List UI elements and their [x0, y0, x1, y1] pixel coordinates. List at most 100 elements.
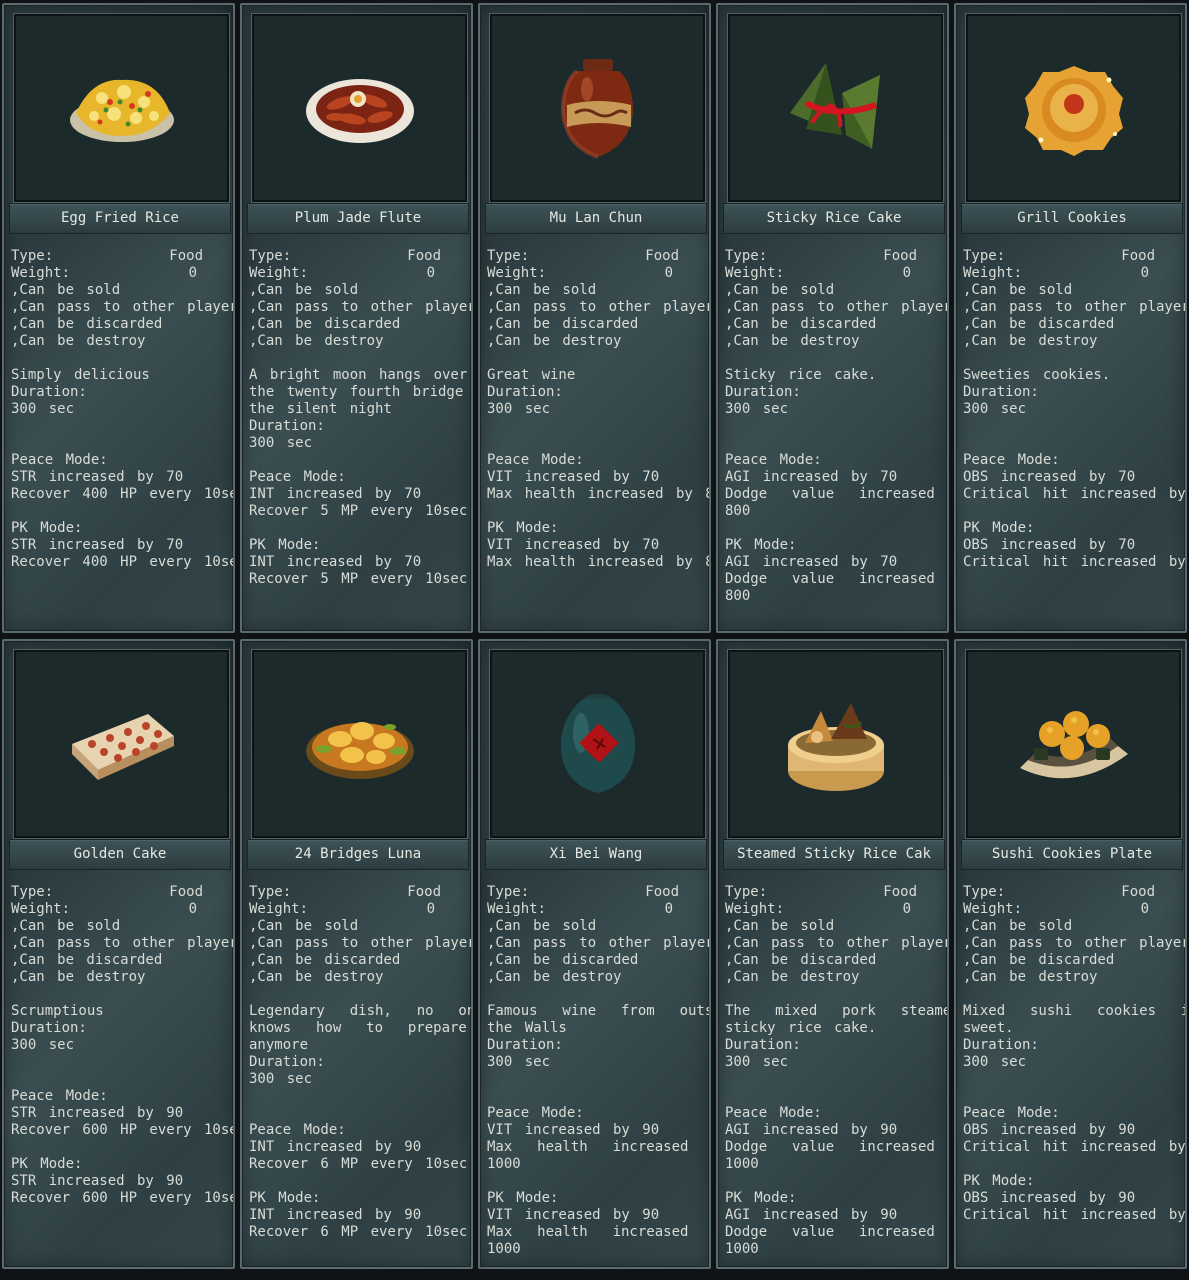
- item-icon-frame: [490, 14, 705, 202]
- duration-label: Duration:: [487, 384, 563, 400]
- pk-mode-effect: Dodge value increased by: [725, 571, 935, 587]
- weight-row: Weight: 0: [725, 901, 917, 918]
- duration-value: 300 sec: [249, 1071, 313, 1087]
- can-destroy: ,Can be destroy: [487, 333, 622, 349]
- duration-label: Duration:: [11, 384, 87, 400]
- item-name: Grill Cookies: [961, 203, 1183, 234]
- can-discard: ,Can be discarded: [725, 316, 877, 332]
- item-description: the Walls: [487, 1020, 567, 1036]
- can-discard: ,Can be discarded: [725, 952, 877, 968]
- peace-mode-label: Peace Mode:: [11, 1088, 108, 1104]
- item-name: 24 Bridges Luna: [247, 839, 469, 870]
- can-destroy: ,Can be destroy: [963, 969, 1098, 985]
- peace-mode-effect: Max health increased by 800: [487, 486, 711, 502]
- type-value: Food: [1121, 248, 1155, 264]
- pk-mode-label: PK Mode:: [249, 537, 321, 553]
- type-value: Food: [883, 884, 917, 900]
- item-description: sweet.: [963, 1020, 1014, 1036]
- item-card[interactable]: Xi Bei Wang Type: Food Weight: 0 ,Can be sold…: [478, 639, 711, 1269]
- item-card[interactable]: Mu Lan Chun Type: Food Weight: 0 ,Can be sold…: [478, 3, 711, 633]
- item-name: Xi Bei Wang: [485, 839, 707, 870]
- weight-value: 0: [1140, 901, 1149, 917]
- item-card[interactable]: Steamed Sticky Rice Cak Type: Food Weight: 0…: [716, 639, 949, 1269]
- item-card[interactable]: Grill Cookies Type: Food Weight: 0 ,Can be so…: [954, 3, 1187, 633]
- pk-mode-effect: 800: [725, 588, 751, 604]
- pk-mode-effect: Critical hit increased by 8: [963, 1207, 1187, 1223]
- item-description: the silent night: [249, 401, 392, 417]
- item-description: A bright moon hangs over: [249, 367, 468, 383]
- type-value: Food: [407, 884, 441, 900]
- item-card[interactable]: 24 Bridges Luna Type: Food Weight: 0 ,Can be …: [240, 639, 473, 1269]
- item-description: Famous wine from outside: [487, 1003, 709, 1019]
- pk-mode-effect: Max health increased by: [487, 1224, 711, 1240]
- peace-mode-label: Peace Mode:: [487, 1105, 584, 1121]
- steamer-basket-icon: [781, 689, 891, 799]
- can-pass: ,Can pass to other player: [725, 299, 949, 315]
- weight-label: Weight:: [725, 901, 785, 917]
- type-label: Type:: [11, 248, 54, 264]
- peace-mode-effect: Dodge value increased by: [725, 486, 935, 502]
- item-card[interactable]: Golden Cake Type: Food Weight: 0 ,Can be sold…: [2, 639, 235, 1269]
- item-icon-frame: [966, 650, 1181, 838]
- sushi-plate-icon: [1014, 694, 1134, 794]
- pk-mode-effect: OBS increased by 70: [963, 537, 1136, 553]
- type-row: Type: Food: [963, 884, 1155, 901]
- weight-label: Weight:: [963, 901, 1023, 917]
- item-description: Mixed sushi cookies it's: [963, 1003, 1185, 1019]
- duration-label: Duration:: [963, 384, 1039, 400]
- weight-label: Weight:: [249, 901, 309, 917]
- item-icon-frame: [252, 650, 467, 838]
- pk-mode-effect: AGI increased by 70: [725, 554, 898, 570]
- can-destroy: ,Can be destroy: [487, 969, 622, 985]
- peace-mode-label: Peace Mode:: [725, 452, 822, 468]
- weight-value: 0: [902, 265, 911, 281]
- item-description: Great wine: [487, 367, 576, 383]
- type-value: Food: [645, 248, 679, 264]
- item-card[interactable]: Sticky Rice Cake Type: Food Weight: 0 ,Can be…: [716, 3, 949, 633]
- type-label: Type:: [725, 248, 768, 264]
- mooncake-icon: [1019, 58, 1129, 158]
- peace-mode-effect: Critical hit increased by 6: [963, 486, 1187, 502]
- peace-mode-label: Peace Mode:: [11, 452, 108, 468]
- can-destroy: ,Can be destroy: [249, 969, 384, 985]
- item-info: Type: Food Weight: 0 ,Can be sold ,Can pass t…: [487, 248, 711, 571]
- pk-mode-label: PK Mode:: [11, 520, 83, 536]
- pk-mode-effect: Dodge value increased by: [725, 1224, 935, 1240]
- can-destroy: ,Can be destroy: [249, 333, 384, 349]
- type-label: Type:: [487, 248, 530, 264]
- peace-mode-label: Peace Mode:: [963, 1105, 1060, 1121]
- item-grid: Egg Fried Rice Type: Food Weight: 0 ,Can be s…: [0, 0, 1189, 1280]
- peace-mode-label: Peace Mode:: [249, 1122, 346, 1138]
- duration-label: Duration:: [725, 384, 801, 400]
- egg-fried-rice-icon: [62, 58, 182, 158]
- can-be-sold: ,Can be sold: [11, 918, 121, 934]
- item-description: anymore: [249, 1037, 309, 1053]
- type-row: Type: Food: [249, 884, 441, 901]
- item-card[interactable]: Sushi Cookies Plate Type: Food Weight: 0 ,Can…: [954, 639, 1187, 1269]
- type-value: Food: [169, 248, 203, 264]
- pk-mode-effect: Recover 5 MP every 10sec: [249, 571, 468, 587]
- can-pass: ,Can pass to other player: [11, 299, 235, 315]
- peace-mode-effect: Max health increased by: [487, 1139, 711, 1155]
- can-pass: ,Can pass to other player: [11, 935, 235, 951]
- weight-label: Weight:: [725, 265, 785, 281]
- item-card[interactable]: Plum Jade Flute Type: Food Weight: 0 ,Can be …: [240, 3, 473, 633]
- peace-mode-effect: 1000: [725, 1156, 759, 1172]
- item-icon-frame: [728, 650, 943, 838]
- item-info: Type: Food Weight: 0 ,Can be sold ,Can pass t…: [11, 884, 235, 1207]
- can-be-sold: ,Can be sold: [963, 918, 1073, 934]
- duration-value: 300 sec: [11, 401, 75, 417]
- weight-row: Weight: 0: [487, 901, 679, 918]
- pk-mode-label: PK Mode:: [249, 1190, 321, 1206]
- item-icon-frame: [14, 650, 229, 838]
- item-description: Sweeties cookies.: [963, 367, 1111, 383]
- item-icon-frame: [966, 14, 1181, 202]
- item-card[interactable]: Egg Fried Rice Type: Food Weight: 0 ,Can be s…: [2, 3, 235, 633]
- item-info: Type: Food Weight: 0 ,Can be sold ,Can pass t…: [487, 884, 711, 1258]
- type-value: Food: [169, 884, 203, 900]
- pk-mode-effect: OBS increased by 90: [963, 1190, 1136, 1206]
- type-value: Food: [1121, 884, 1155, 900]
- can-discard: ,Can be discarded: [11, 952, 163, 968]
- weight-label: Weight:: [487, 901, 547, 917]
- pk-mode-label: PK Mode:: [11, 1156, 83, 1172]
